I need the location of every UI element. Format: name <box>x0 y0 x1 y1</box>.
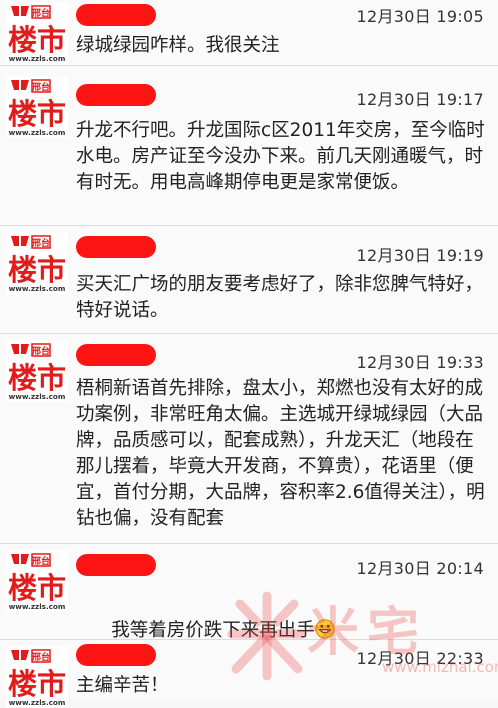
zzls-logo-icon: 邢台楼市www.zzls.com <box>6 232 68 294</box>
comment-timestamp: 12月30日 19:19 <box>356 242 484 266</box>
comment-item[interactable]: 邢台楼市www.zzls.com 12月30日 20:14 我等着房价跌下来再出… <box>0 544 498 640</box>
svg-text:邢台: 邢台 <box>32 555 50 567</box>
svg-text:www.zzls.com: www.zzls.com <box>9 602 66 611</box>
avatar[interactable]: 邢台楼市www.zzls.com <box>6 2 68 64</box>
svg-text:楼市: 楼市 <box>8 97 66 131</box>
grinning-face-icon <box>315 619 335 639</box>
redacted-username <box>76 644 156 666</box>
comment-text-body: 我等着房价跌下来再出手 <box>111 620 315 641</box>
svg-text:楼市: 楼市 <box>8 667 66 701</box>
svg-text:邢台: 邢台 <box>32 651 50 663</box>
svg-text:www.zzls.com: www.zzls.com <box>9 392 66 401</box>
zzls-logo-icon: 邢台楼市www.zzls.com <box>6 550 68 612</box>
avatar[interactable]: 邢台楼市www.zzls.com <box>6 232 68 294</box>
comment-text: 买天汇广场的朋友要考虑好了，除非您脾气特好，特好说话。 <box>76 272 488 324</box>
svg-text:www.zzls.com: www.zzls.com <box>9 698 66 707</box>
comment-timestamp: 12月30日 19:05 <box>356 3 484 27</box>
redacted-username <box>76 236 156 258</box>
comment-item[interactable]: 邢台楼市www.zzls.com 12月30日 22:33 主编辛苦！ <box>0 640 498 698</box>
zzls-logo-icon: 邢台楼市www.zzls.com <box>6 340 68 402</box>
svg-text:邢台: 邢台 <box>32 237 50 249</box>
comment-timestamp: 12月30日 19:17 <box>356 86 484 110</box>
comment-text: 梧桐新语首先排除，盘太小，郑燃也没有太好的成功案例，非常旺角太偏。主选城开绿城绿… <box>76 376 488 532</box>
svg-text:邢台: 邢台 <box>32 345 50 357</box>
comment-timestamp: 12月30日 20:14 <box>356 555 484 579</box>
avatar[interactable]: 邢台楼市www.zzls.com <box>6 646 68 708</box>
zzls-logo-icon: 邢台楼市www.zzls.com <box>6 2 68 64</box>
redacted-username <box>76 344 156 366</box>
svg-text:邢台: 邢台 <box>32 81 50 93</box>
comment-timestamp: 12月30日 22:33 <box>356 645 484 669</box>
svg-text:楼市: 楼市 <box>8 361 66 395</box>
svg-text:邢台: 邢台 <box>32 7 50 19</box>
svg-text:www.zzls.com: www.zzls.com <box>9 284 66 293</box>
redacted-username <box>76 554 156 576</box>
comment-text: 主编辛苦！ <box>76 673 488 699</box>
comment-item[interactable]: 邢台楼市www.zzls.com 12月30日 19:05 绿城绿园咋样。我很关… <box>0 0 498 66</box>
comment-item[interactable]: 邢台楼市www.zzls.com 12月30日 19:33 梧桐新语首先排除，盘… <box>0 334 498 544</box>
comment-feed: 邢台楼市www.zzls.com 12月30日 19:05 绿城绿园咋样。我很关… <box>0 0 498 698</box>
zzls-logo-icon: 邢台楼市www.zzls.com <box>6 646 68 708</box>
zzls-logo-icon: 邢台楼市www.zzls.com <box>6 76 68 138</box>
svg-text:www.zzls.com: www.zzls.com <box>9 128 66 137</box>
avatar[interactable]: 邢台楼市www.zzls.com <box>6 550 68 612</box>
svg-text:楼市: 楼市 <box>8 253 66 287</box>
comment-text: 升龙不行吧。升龙国际c区2011年交房，至今临时水电。房产证至今没办下来。前几天… <box>76 118 488 196</box>
comment-timestamp: 12月30日 19:33 <box>356 349 484 373</box>
svg-text:楼市: 楼市 <box>8 571 66 605</box>
redacted-username <box>76 84 156 106</box>
redacted-username <box>76 4 156 26</box>
avatar[interactable]: 邢台楼市www.zzls.com <box>6 340 68 402</box>
comment-item[interactable]: 邢台楼市www.zzls.com 12月30日 19:17 升龙不行吧。升龙国际… <box>0 66 498 226</box>
svg-text:www.zzls.com: www.zzls.com <box>9 54 66 63</box>
comment-text: 绿城绿园咋样。我很关注 <box>76 33 488 59</box>
comment-item[interactable]: 邢台楼市www.zzls.com 12月30日 19:19 买天汇广场的朋友要考… <box>0 226 498 334</box>
svg-text:楼市: 楼市 <box>8 23 66 57</box>
avatar[interactable]: 邢台楼市www.zzls.com <box>6 76 68 138</box>
